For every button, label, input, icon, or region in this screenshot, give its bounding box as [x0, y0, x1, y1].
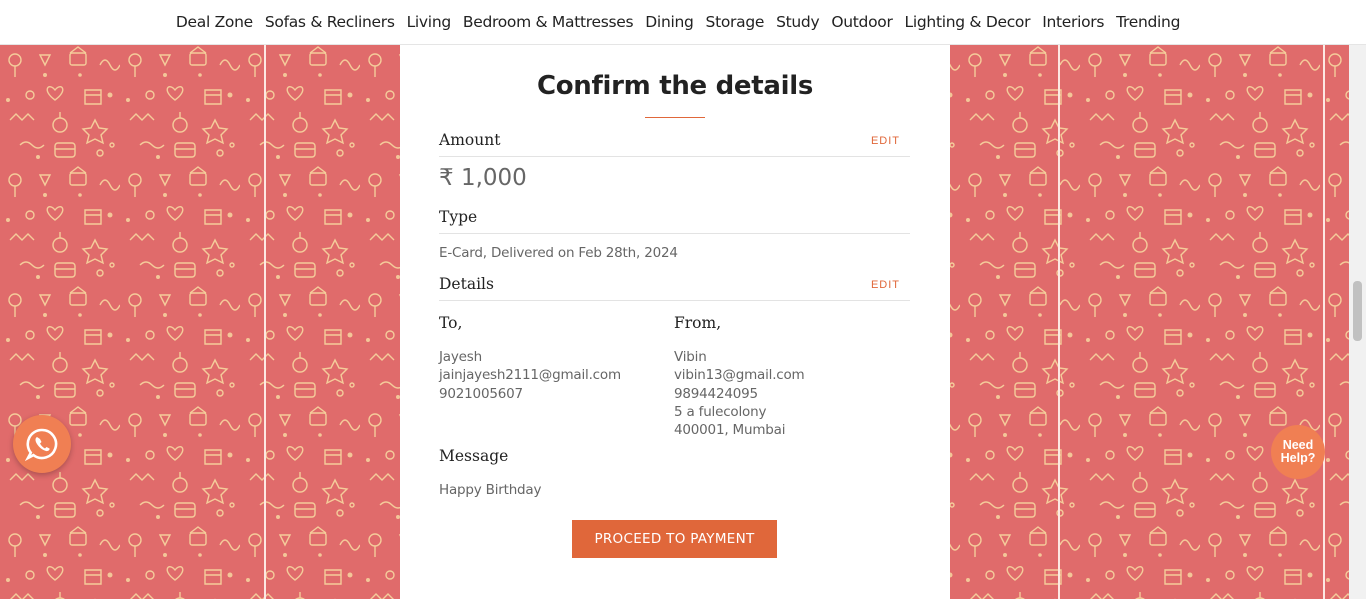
- top-navigation: Deal Zone Sofas & Recliners Living Bedro…: [0, 0, 1366, 45]
- need-help-line2: Help?: [1280, 451, 1316, 465]
- details-label: Details: [439, 275, 494, 293]
- type-value: E-Card, Delivered on Feb 28th, 2024: [439, 245, 678, 261]
- page-scrollbar[interactable]: [1349, 45, 1366, 599]
- need-help-label: Need Help?: [1281, 439, 1316, 465]
- title-underline: [645, 117, 705, 118]
- proceed-to-payment-button[interactable]: PROCEED TO PAYMENT: [572, 520, 777, 558]
- pattern-seam: [1323, 45, 1325, 599]
- sender-address: 5 a fulecolony: [674, 403, 767, 420]
- pattern-seam: [264, 45, 266, 599]
- recipient-info: Jayesh jainjayesh2111@gmail.com 90210056…: [439, 348, 621, 403]
- confirm-details-card: Confirm the details Amount EDIT ₹ 1,000 …: [400, 45, 950, 599]
- nav-item-lighting-decor[interactable]: Lighting & Decor: [905, 13, 1031, 31]
- nav-item-trending[interactable]: Trending: [1116, 13, 1180, 31]
- nav-menu: Deal Zone Sofas & Recliners Living Bedro…: [176, 13, 1181, 31]
- need-help-button[interactable]: Need Help?: [1271, 425, 1325, 479]
- nav-item-storage[interactable]: Storage: [706, 13, 765, 31]
- nav-item-deal-zone[interactable]: Deal Zone: [176, 13, 253, 31]
- from-label: From,: [674, 314, 722, 332]
- edit-details-link[interactable]: EDIT: [871, 279, 900, 291]
- whatsapp-icon: [25, 428, 58, 461]
- pattern-seam: [1058, 45, 1060, 599]
- amount-label: Amount: [439, 131, 501, 149]
- sender-info: Vibin vibin13@gmail.com 9894424095 5 a f…: [674, 348, 805, 439]
- nav-item-outdoor[interactable]: Outdoor: [831, 13, 892, 31]
- page-title: Confirm the details: [536, 71, 814, 101]
- recipient-name: Jayesh: [439, 349, 482, 365]
- nav-item-bedroom-mattresses[interactable]: Bedroom & Mattresses: [463, 13, 634, 31]
- sender-city: 400001, Mumbai: [674, 422, 786, 439]
- sender-name: Vibin: [674, 349, 707, 365]
- message-value: Happy Birthday: [439, 482, 542, 498]
- nav-item-study[interactable]: Study: [776, 13, 820, 31]
- nav-item-living[interactable]: Living: [407, 13, 452, 31]
- type-section-header: Type: [439, 208, 910, 234]
- sender-email: vibin13@gmail.com: [674, 367, 805, 384]
- nav-item-interiors[interactable]: Interiors: [1042, 13, 1104, 31]
- nav-item-sofas-recliners[interactable]: Sofas & Recliners: [265, 13, 395, 31]
- recipient-email: jainjayesh2111@gmail.com: [439, 367, 621, 384]
- to-label: To,: [439, 314, 463, 332]
- details-section-header: Details EDIT: [439, 275, 910, 301]
- recipient-phone: 9021005607: [439, 385, 523, 402]
- scrollbar-thumb[interactable]: [1353, 281, 1362, 341]
- sender-phone: 9894424095: [674, 385, 758, 402]
- nav-item-dining[interactable]: Dining: [645, 13, 694, 31]
- amount-value: ₹ 1,000: [439, 165, 527, 191]
- whatsapp-button[interactable]: [13, 415, 71, 473]
- amount-section-header: Amount EDIT: [439, 131, 910, 157]
- message-label: Message: [439, 447, 509, 465]
- type-label: Type: [439, 208, 478, 226]
- edit-amount-link[interactable]: EDIT: [871, 135, 900, 147]
